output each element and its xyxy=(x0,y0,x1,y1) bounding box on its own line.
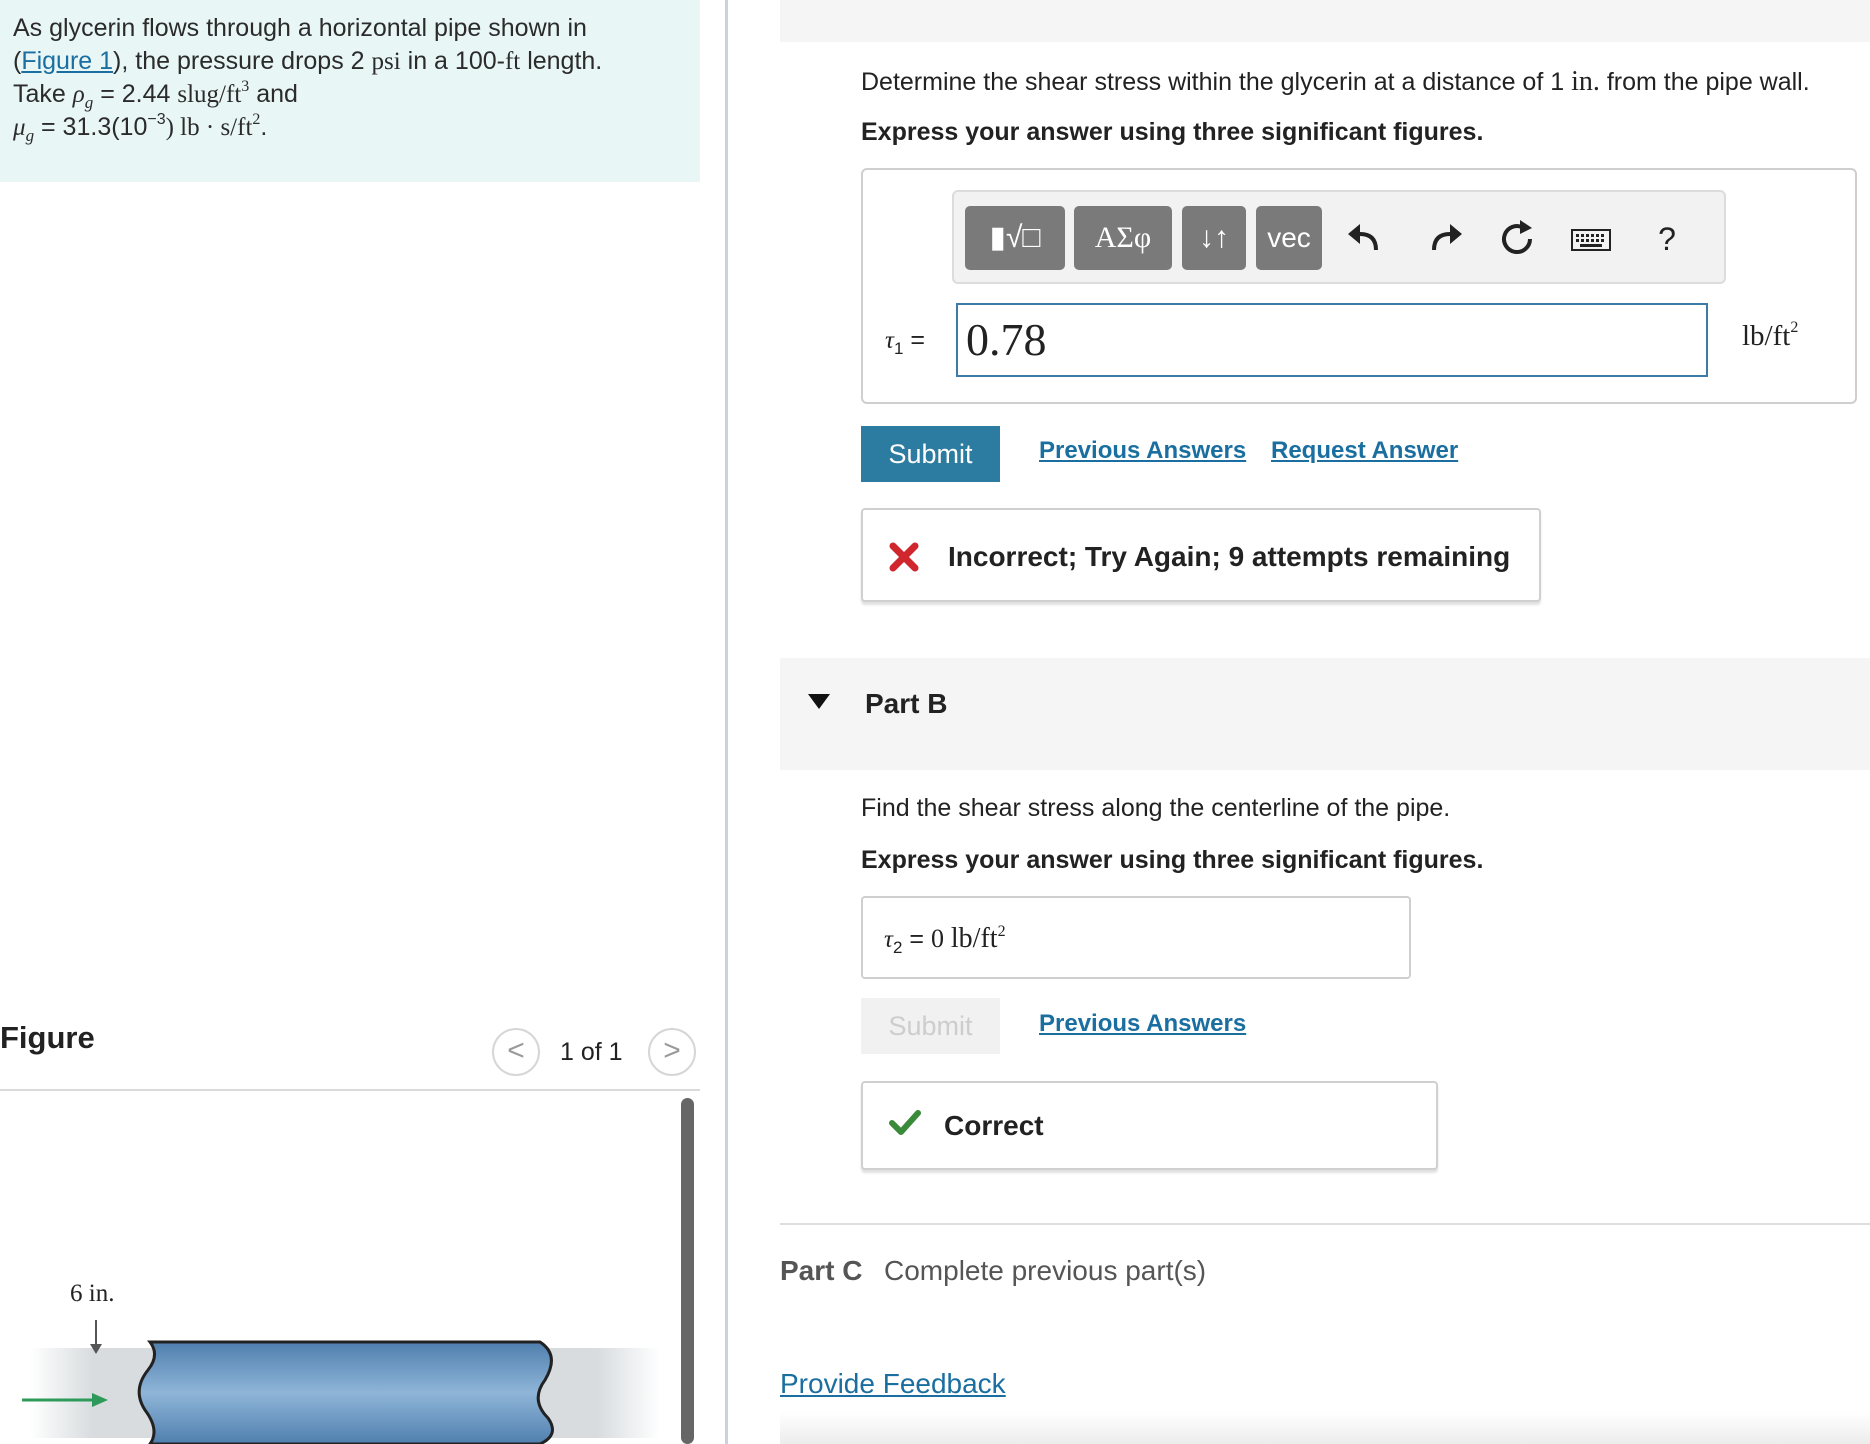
figure-prev-button[interactable]: < xyxy=(492,1028,540,1076)
keyboard-icon[interactable] xyxy=(1568,216,1614,262)
figure-scrollbar[interactable] xyxy=(681,1098,694,1444)
part-b-feedback-text: Correct xyxy=(944,1110,1044,1141)
check-icon xyxy=(889,1110,921,1135)
tau1-answer-input[interactable]: 0.78 xyxy=(956,303,1708,377)
tau2-answer: τ2 = 0 lb/ft2 xyxy=(884,922,1006,957)
part-a-submit-button[interactable]: Submit xyxy=(861,426,1000,482)
part-a-previous-answers-link[interactable]: Previous Answers xyxy=(1039,437,1246,465)
part-a-question: Determine the shear stress within the gl… xyxy=(861,66,1810,97)
help-icon[interactable]: ? xyxy=(1644,216,1690,262)
reset-icon[interactable] xyxy=(1494,216,1540,262)
pipe-body xyxy=(137,1340,554,1444)
greek-icon: ΑΣφ xyxy=(1094,221,1152,254)
vector-button[interactable]: vec xyxy=(1256,206,1322,270)
figure-counter: 1 of 1 xyxy=(560,1038,623,1066)
part-b-question: Find the shear stress along the centerli… xyxy=(861,794,1451,822)
part-b-instruction: Express your answer using three signific… xyxy=(861,846,1484,874)
problem-line-3: Take ρg = 2.44 slug/ft3 and xyxy=(13,77,298,112)
problem-line-4: μg = 31.3(10−3) lb · s/ft2. xyxy=(13,110,268,145)
figure-link[interactable]: Figure 1 xyxy=(21,47,113,75)
greek-symbols-button[interactable]: ΑΣφ xyxy=(1074,206,1172,270)
request-answer-link[interactable]: Request Answer xyxy=(1271,437,1458,465)
provide-feedback-link[interactable]: Provide Feedback xyxy=(780,1368,1006,1400)
problem-line-2: (Figure 1), the pressure drops 2 psi in … xyxy=(13,47,603,75)
problem-statement: As glycerin flows through a horizontal p… xyxy=(0,0,700,182)
incorrect-x-icon xyxy=(889,542,919,572)
redo-icon[interactable] xyxy=(1422,216,1468,262)
tau1-label: τ1 = xyxy=(885,326,925,358)
tau1-unit: lb/ft2 xyxy=(1742,319,1799,352)
figure-next-button[interactable]: > xyxy=(648,1028,696,1076)
sqrt-template-icon: ▮√□ xyxy=(989,221,1041,254)
figure-title: Figure xyxy=(0,1020,95,1055)
tau2-value: 0 xyxy=(930,924,944,953)
part-a-header-band xyxy=(780,0,1870,42)
part-c-label: Part C xyxy=(780,1255,863,1286)
part-b-previous-answers-link[interactable]: Previous Answers xyxy=(1039,1010,1246,1038)
undo-icon[interactable] xyxy=(1342,216,1388,262)
part-b-title: Part B xyxy=(865,688,948,719)
problem-line-1: As glycerin flows through a horizontal p… xyxy=(13,14,587,42)
template-button[interactable]: ▮√□ xyxy=(965,206,1065,270)
collapse-triangle-icon[interactable] xyxy=(808,694,830,709)
part-c-status: Complete previous part(s) xyxy=(884,1255,1207,1286)
bottom-fade xyxy=(780,1412,1870,1444)
chevron-left-icon: < xyxy=(507,1034,525,1067)
part-a-feedback-text: Incorrect; Try Again; 9 attempts remaini… xyxy=(948,541,1511,572)
pane-splitter[interactable] xyxy=(725,0,728,1444)
arrows-updown-icon: ↓↑ xyxy=(1199,221,1229,254)
subscript-superscript-button[interactable]: ↓↑ xyxy=(1182,206,1246,270)
part-a-instruction: Express your answer using three signific… xyxy=(861,118,1484,146)
pipe-figure xyxy=(22,1320,660,1444)
part-b-submit-button[interactable]: Submit xyxy=(861,998,1000,1054)
chevron-right-icon: > xyxy=(663,1034,681,1067)
figure-divider xyxy=(0,1089,700,1091)
part-c-divider xyxy=(780,1223,1870,1225)
